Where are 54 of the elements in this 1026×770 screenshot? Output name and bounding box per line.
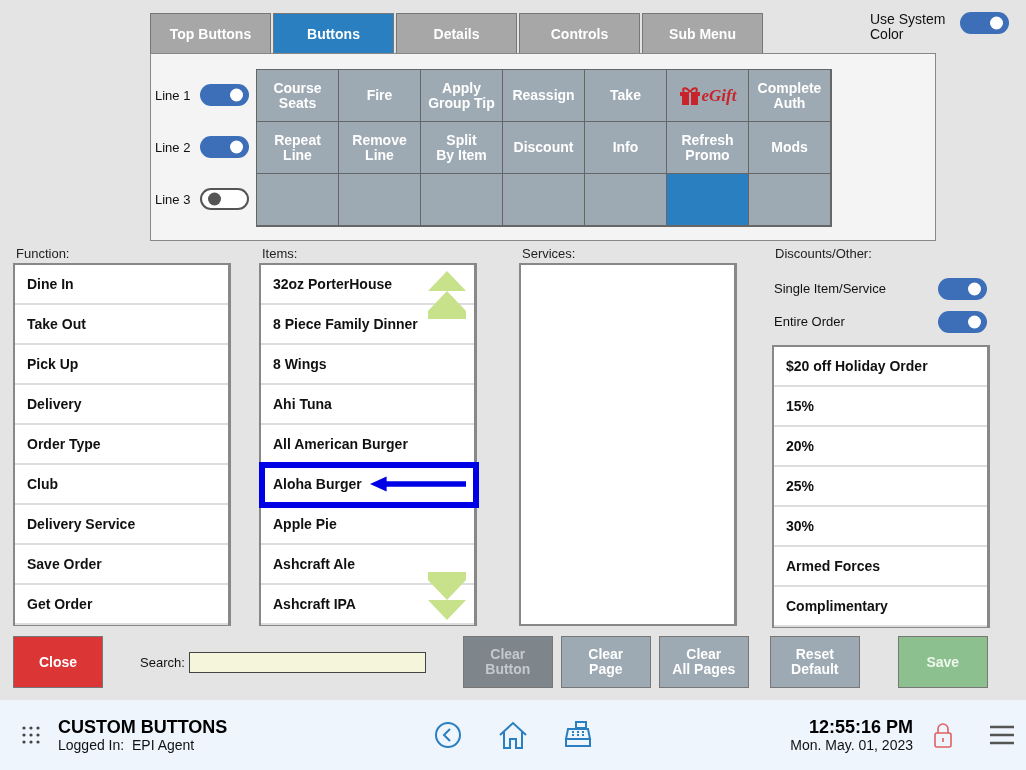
discount-item[interactable]: 20% <box>774 427 987 468</box>
menu-item[interactable]: Apple Pie <box>261 505 474 546</box>
menu-item[interactable]: Ahi Tuna <box>261 385 474 426</box>
menu-item[interactable]: 8 Wings <box>261 345 474 386</box>
toggle-switch[interactable] <box>938 277 987 300</box>
function-item[interactable]: Order Type <box>15 425 228 466</box>
egift-logo-text: eGift <box>701 85 737 106</box>
use-system-color-label: Use System Color <box>870 12 947 44</box>
logged-in-text: Logged In: EPI Agent <box>58 736 195 753</box>
discount-item[interactable]: Armed Forces <box>774 547 987 588</box>
clock-time: 12:55:16 PM <box>808 717 913 737</box>
back-icon[interactable] <box>434 721 463 750</box>
apps-grid-icon[interactable] <box>22 726 40 745</box>
function-item[interactable]: Delivery Service <box>15 505 228 546</box>
function-item[interactable]: Pick Up <box>15 345 228 386</box>
cash-register-icon[interactable] <box>564 721 593 750</box>
date-text: Mon. May. 01, 2023 <box>790 736 913 753</box>
toggle-switch[interactable] <box>960 12 1009 34</box>
discount-item[interactable]: 30% <box>774 507 987 548</box>
tab[interactable]: Buttons <box>273 13 394 53</box>
home-icon[interactable] <box>498 721 529 750</box>
function-item[interactable]: Get Order <box>15 585 228 626</box>
screen-title: CUSTOM BUTTONS <box>58 717 228 737</box>
discount-item[interactable]: Complimentary <box>774 587 987 628</box>
services-label: Services: <box>521 245 577 264</box>
discount-toggle-label: Entire Order <box>774 314 845 330</box>
line-label: Line 1 <box>155 87 191 103</box>
function-label: Function: <box>15 245 71 264</box>
toggle-switch[interactable] <box>200 84 249 106</box>
menu-item[interactable]: Aloha Burger <box>261 465 474 506</box>
function-item[interactable]: Club <box>15 465 228 506</box>
discount-item[interactable]: 25% <box>774 467 987 508</box>
menu-item[interactable]: All American Burger <box>261 425 474 466</box>
function-item[interactable]: Take Out <box>15 305 228 346</box>
search-label: Search: <box>140 654 185 670</box>
function-item[interactable]: Dine In <box>15 265 228 306</box>
lock-icon[interactable] <box>933 722 953 749</box>
arrow-left-icon <box>370 476 466 493</box>
line-label: Line 3 <box>155 191 191 207</box>
items-label: Items: <box>261 245 299 264</box>
toggle-switch[interactable] <box>200 188 249 210</box>
discount-toggle-label: Single Item/Service <box>774 281 886 297</box>
toggle-switch[interactable] <box>200 136 249 158</box>
search-field[interactable] <box>188 651 426 673</box>
discount-item[interactable]: 15% <box>774 387 987 428</box>
line-label: Line 2 <box>155 139 191 155</box>
close-button[interactable]: Close <box>13 636 103 689</box>
discounts-label: Discounts/Other: <box>774 245 873 264</box>
function-item[interactable]: Save Order <box>15 545 228 586</box>
gift-icon <box>678 85 701 106</box>
toggle-switch[interactable] <box>938 310 987 333</box>
discount-item[interactable]: $20 off Holiday Order <box>774 347 987 388</box>
menu-icon[interactable] <box>990 725 1014 746</box>
function-item[interactable]: Delivery <box>15 385 228 426</box>
